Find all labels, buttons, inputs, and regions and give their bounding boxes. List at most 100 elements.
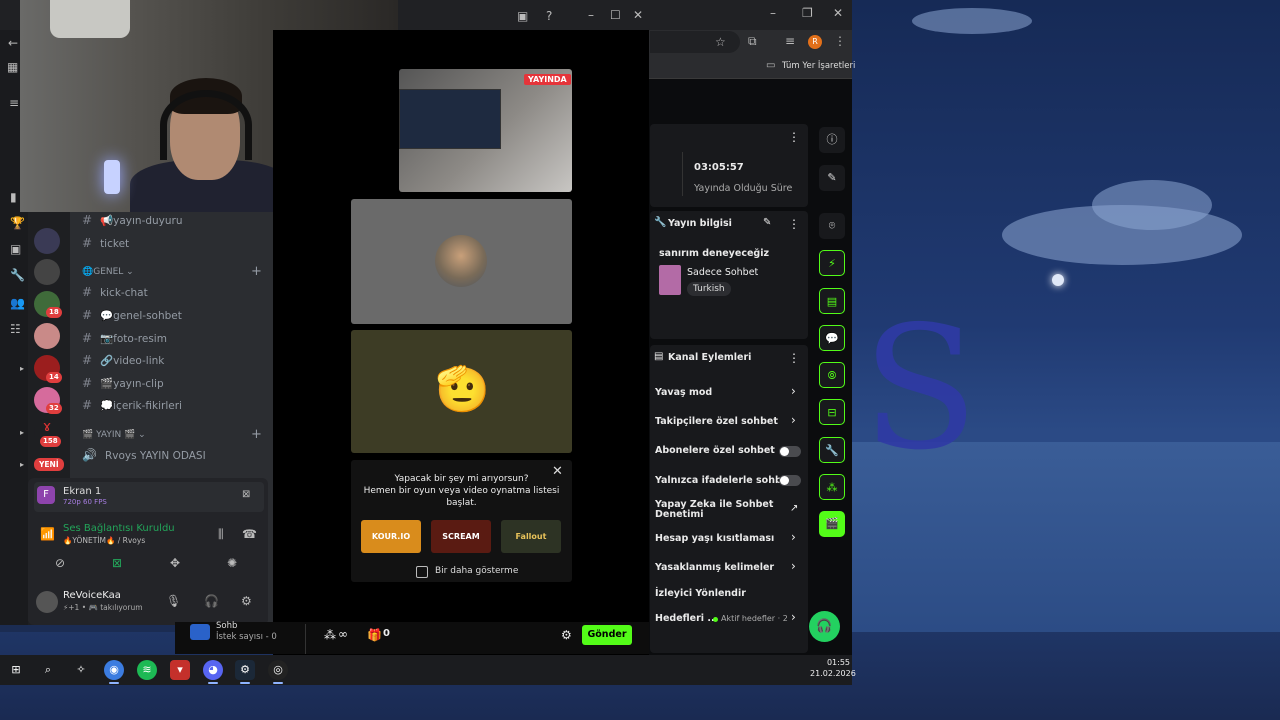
steam-icon[interactable]: ⚙ <box>235 660 255 680</box>
document-icon[interactable]: ▤ <box>819 288 845 314</box>
chevron-right-icon[interactable]: › <box>791 413 796 427</box>
browser-menu-icon[interactable]: ⋮ <box>834 34 846 48</box>
clapper-icon[interactable]: 🎬 <box>819 511 845 537</box>
chat-bubble-icon[interactable]: 💬 <box>819 325 845 351</box>
window-maximize-icon[interactable]: ☐ <box>610 8 621 22</box>
edit-pencil-icon[interactable]: ✎ <box>819 165 845 191</box>
camera-capture-icon[interactable]: ⌾ <box>819 213 845 239</box>
browser-close-icon[interactable]: ✕ <box>833 6 843 20</box>
sliders-icon[interactable]: ☷ <box>10 322 21 336</box>
wrench-icon[interactable]: 🔧 <box>10 268 25 282</box>
stream-preview-live[interactable] <box>399 69 572 192</box>
voice-channel-item[interactable]: 🔊 Rvoys YAYIN ODASI <box>82 448 206 462</box>
points-icon[interactable]: ⁂ <box>324 628 336 642</box>
soundboard-icon[interactable]: ✺ <box>227 556 237 570</box>
sidebar-icon[interactable]: ▮ <box>10 190 17 204</box>
action-banned-words[interactable]: Yasaklanmış kelimeler <box>655 562 774 573</box>
layout-icon[interactable]: ⊟ <box>819 399 845 425</box>
discord-icon[interactable]: ◕ <box>203 660 223 680</box>
info-icon[interactable]: ⓘ <box>819 127 845 153</box>
apps-grid-icon[interactable]: ▦ <box>7 60 18 74</box>
action-goals[interactable]: Hedefleri ... <box>655 613 718 624</box>
edit-pencil-icon[interactable]: ✎ <box>763 217 771 228</box>
users-icon[interactable]: ⁂ <box>819 474 845 500</box>
game-tile[interactable]: KOUR.IO <box>361 520 421 553</box>
dont-show-checkbox[interactable] <box>416 566 428 578</box>
app-icon[interactable]: ▾ <box>170 660 190 680</box>
chat-settings-icon[interactable]: ⚙ <box>561 628 572 642</box>
add-channel-icon[interactable]: + <box>251 427 262 442</box>
action-raid[interactable]: İzleyici Yönlendir <box>655 588 746 599</box>
browser-restore-icon[interactable]: ❐ <box>802 6 813 20</box>
emote-only-toggle[interactable] <box>779 475 801 486</box>
disconnect-icon[interactable]: ☎ <box>242 527 257 541</box>
obs-icon[interactable]: ◎ <box>268 660 288 680</box>
sidebar-menu-icon[interactable]: ≡ <box>9 96 19 110</box>
stream-preview-camera[interactable] <box>351 199 572 324</box>
taskbar-clock[interactable]: 01:55 21.02.2026 <box>810 658 856 678</box>
channel-item[interactable]: # 💭içerik-fikirleri <box>82 398 182 412</box>
card-menu-icon[interactable]: ⋮ <box>788 351 800 365</box>
screen-share-icon[interactable]: ⊠ <box>112 556 122 570</box>
server-icon[interactable] <box>34 323 60 349</box>
game-tile[interactable]: SCREAM <box>431 520 491 553</box>
chevron-right-icon[interactable]: › <box>791 530 796 544</box>
windows-start-icon[interactable]: ⊞ <box>6 660 26 680</box>
inbox-icon[interactable]: ▣ <box>517 9 528 23</box>
card-menu-icon[interactable]: ⋮ <box>788 130 800 144</box>
support-headset-button[interactable]: 🎧 <box>809 611 840 642</box>
external-link-icon[interactable]: ↗ <box>790 503 798 514</box>
chevron-right-icon[interactable]: › <box>791 559 796 573</box>
sidebar-icon[interactable]: ▣ <box>10 242 21 256</box>
chat-icon[interactable] <box>190 624 210 640</box>
channel-item[interactable]: # 📷foto-resim <box>82 331 167 345</box>
user-avatar[interactable] <box>36 591 58 613</box>
back-arrow-icon[interactable]: ← <box>8 36 18 50</box>
action-slow-mode[interactable]: Yavaş mod <box>655 387 712 398</box>
chevron-right-icon[interactable]: › <box>791 610 796 624</box>
search-icon[interactable]: ⌕ <box>38 660 58 680</box>
users-icon[interactable]: 👥 <box>10 296 25 310</box>
profile-avatar[interactable]: R <box>808 35 822 49</box>
channel-item[interactable]: # ticket <box>82 236 129 250</box>
gift-icon[interactable]: 🎁 <box>367 628 382 642</box>
window-minimize-icon[interactable]: – <box>588 8 594 22</box>
channel-item[interactable]: # 💬genel-sohbet <box>82 308 182 322</box>
settings-gear-icon[interactable]: ⚙ <box>241 594 252 608</box>
stream-preview-emoji[interactable]: 🫡 <box>351 330 572 453</box>
channel-item[interactable]: # kick-chat <box>82 285 148 299</box>
stop-share-icon[interactable]: ⊠ <box>242 489 250 500</box>
subscribers-chat-toggle[interactable] <box>779 446 801 457</box>
chrome-icon[interactable]: ◉ <box>104 660 124 680</box>
wrench-icon[interactable]: 🔧 <box>819 437 845 463</box>
game-tile[interactable]: Fallout <box>501 520 561 553</box>
channel-item[interactable]: # 🔗video-link <box>82 353 164 367</box>
spotify-icon[interactable]: ≋ <box>137 660 157 680</box>
send-button[interactable]: Gönder <box>582 625 632 645</box>
lightning-icon[interactable]: ⚡ <box>819 250 845 276</box>
channel-item[interactable]: # 📢yayın-duyuru <box>82 213 183 227</box>
media-control-icon[interactable]: ≡ <box>785 34 795 48</box>
extensions-icon[interactable]: ⧉ <box>748 34 757 49</box>
server-icon[interactable] <box>34 259 60 285</box>
trophy-icon[interactable]: 🏆 <box>10 216 25 230</box>
copilot-icon[interactable]: ✧ <box>71 660 91 680</box>
help-icon[interactable]: ? <box>546 9 552 23</box>
category-genel[interactable]: 🌐GENEL ⌄ <box>82 267 134 277</box>
action-followers-chat[interactable]: Takipçilere özel sohbet <box>655 416 778 427</box>
channel-item[interactable]: # 🎬yayın-clip <box>82 376 164 390</box>
chevron-right-icon[interactable]: › <box>791 384 796 398</box>
bookmark-star-icon[interactable]: ☆ <box>715 35 726 49</box>
noise-suppression-icon[interactable]: ⫼ <box>218 527 224 542</box>
server-icon[interactable] <box>34 228 60 254</box>
broadcast-icon[interactable]: ⦾ <box>819 362 845 388</box>
action-account-age[interactable]: Hesap yaşı kısıtlaması <box>655 533 774 544</box>
bookmark-all-folder[interactable]: Tüm Yer İşaretleri <box>782 61 855 71</box>
category-yayin[interactable]: 🎬 YAYIN 🎬 ⌄ <box>82 430 146 440</box>
add-channel-icon[interactable]: + <box>251 264 262 279</box>
action-ai-moderation[interactable]: Yapay Zeka ile Sohbet Denetimi <box>655 500 775 520</box>
address-bar[interactable] <box>650 31 740 53</box>
camera-off-icon[interactable]: ⊘ <box>55 556 65 570</box>
microphone-icon[interactable]: 🎙 <box>166 594 181 608</box>
headphones-icon[interactable]: 🎧 <box>204 594 219 608</box>
